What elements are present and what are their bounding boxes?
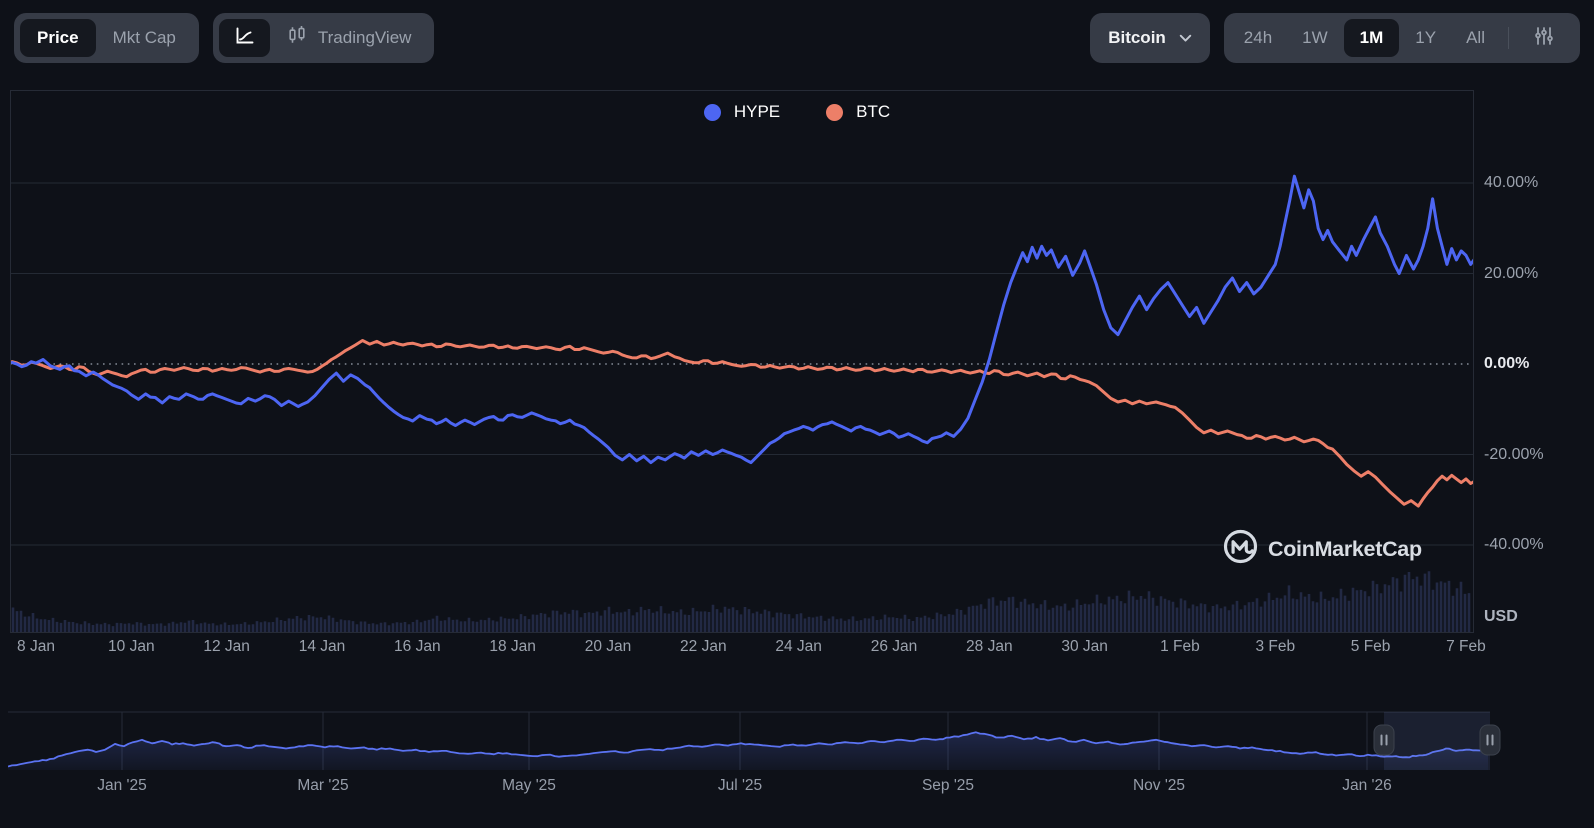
minimap-label-may25: May '25	[502, 777, 556, 794]
tradingview-button[interactable]: TradingView	[270, 19, 429, 57]
tradingview-label: TradingView	[317, 28, 412, 47]
timeline-minimap[interactable]	[8, 706, 1490, 772]
price-tab[interactable]: Price	[20, 19, 96, 57]
x-axis-label-18-jan: 18 Jan	[489, 638, 536, 655]
minimap-right-brush-handle[interactable]	[1479, 724, 1501, 756]
chevron-down-icon	[1179, 28, 1192, 48]
coin-selector-label: Bitcoin	[1108, 28, 1166, 47]
minimap-label-nov25: Nov '25	[1132, 777, 1186, 794]
x-axis-label-12-jan: 12 Jan	[203, 638, 250, 655]
candlestick-icon	[287, 25, 307, 51]
btc-line	[10, 339, 1474, 508]
x-axis-label-3-feb: 3 Feb	[1255, 638, 1296, 655]
y-axis-label-2000: 20.00%	[1484, 264, 1539, 282]
minimap-label-sep25: Sep '25	[921, 777, 975, 794]
coin-selector-dropdown[interactable]: Bitcoin	[1090, 13, 1210, 63]
range-selector: 24h 1W 1M 1Y All	[1223, 13, 1580, 63]
minimap-label-jan26: Jan '26	[1342, 777, 1392, 794]
chart-settings-button[interactable]	[1518, 19, 1570, 57]
toolbar-separator	[1508, 27, 1509, 49]
range-button-1m[interactable]: 1M	[1343, 19, 1400, 57]
range-button-1y[interactable]: 1Y	[1401, 19, 1450, 57]
y-axis-label-000: 0.00%	[1484, 355, 1530, 372]
x-axis-label-10-jan: 10 Jan	[108, 638, 155, 655]
mktcap-tab[interactable]: Mkt Cap	[96, 19, 193, 57]
line-chart-icon	[234, 26, 255, 51]
range-button-24h[interactable]: 24h	[1230, 19, 1286, 57]
x-axis-label-8-jan: 8 Jan	[17, 638, 55, 655]
toolbar-right: Bitcoin 24h 1W 1M 1Y All	[1090, 13, 1580, 63]
minimap-left-brush-handle[interactable]	[1373, 724, 1395, 756]
x-axis-label-16-jan: 16 Jan	[394, 638, 441, 655]
minimap-area	[8, 732, 1488, 770]
y-axis-label-neg4000: -40.00%	[1484, 536, 1544, 553]
coinmarketcap-chart-page: Price Mkt Cap TradingView Bitcoin 24h 1W…	[0, 0, 1594, 828]
x-axis-label-1-feb: 1 Feb	[1160, 638, 1200, 655]
coinmarketcap-logo-icon	[1222, 528, 1259, 570]
line-chart-type-button[interactable]	[218, 19, 270, 57]
toolbar-left: Price Mkt Cap TradingView	[14, 13, 435, 63]
x-axis-label-20-jan: 20 Jan	[584, 638, 632, 655]
x-axis-label-22-jan: 22 Jan	[680, 638, 727, 655]
coinmarketcap-watermark: CoinMarketCap	[1222, 528, 1422, 570]
y-axis-unit: USD	[1484, 608, 1518, 625]
range-button-1w[interactable]: 1W	[1288, 19, 1342, 57]
x-axis-label-26-jan: 26 Jan	[870, 638, 918, 655]
range-button-all[interactable]: All	[1452, 19, 1499, 57]
x-axis-label-7-feb: 7 Feb	[1446, 638, 1486, 655]
minimap-label-mar25: Mar '25	[297, 777, 349, 794]
minimap-label-jan25: Jan '25	[97, 777, 147, 794]
volume-bars	[11, 571, 1471, 633]
x-axis-label-14-jan: 14 Jan	[298, 638, 346, 655]
x-axis-label-30-jan: 30 Jan	[1061, 638, 1108, 655]
price-mktcap-toggle: Price Mkt Cap	[14, 13, 199, 63]
chart-toolbar: Price Mkt Cap TradingView Bitcoin 24h 1W…	[14, 13, 1580, 63]
sliders-icon	[1535, 26, 1553, 45]
chart-type-toggle: TradingView	[212, 13, 435, 63]
hype-line	[10, 174, 1474, 465]
x-axis-label-5-feb: 5 Feb	[1350, 638, 1391, 655]
x-axis-label-24-jan: 24 Jan	[775, 638, 822, 655]
y-axis-label-neg2000: -20.00%	[1484, 445, 1544, 463]
y-axis-label-4000: 40.00%	[1484, 174, 1539, 191]
minimap-label-jul25: Jul '25	[717, 777, 763, 794]
watermark-label: CoinMarketCap	[1268, 536, 1422, 561]
x-axis-label-28-jan: 28 Jan	[966, 638, 1013, 655]
minimap-selection-overlay[interactable]	[1384, 712, 1490, 770]
